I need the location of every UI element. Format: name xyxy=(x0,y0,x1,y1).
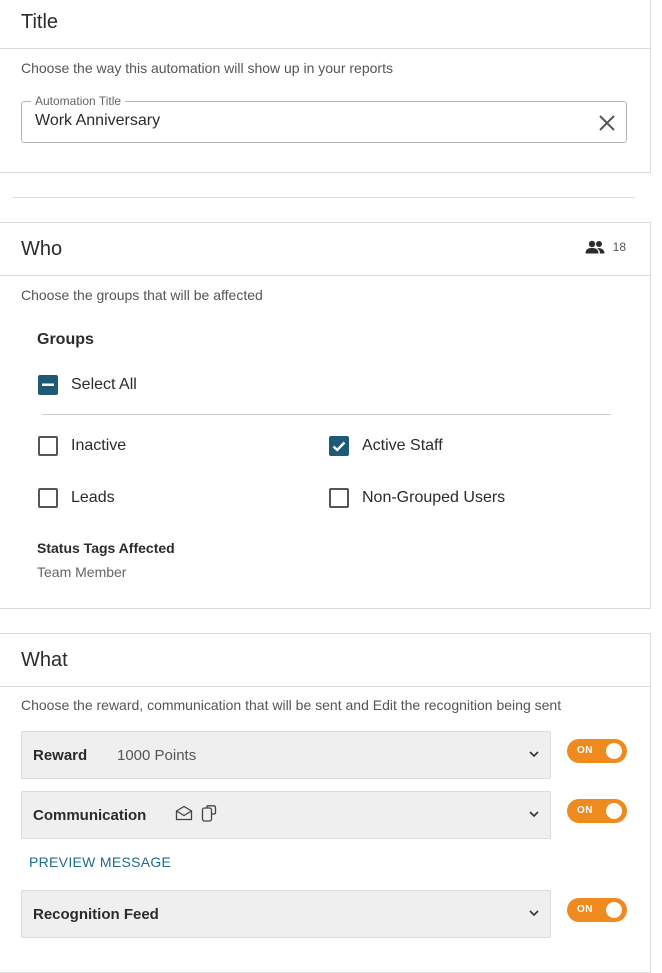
groups-label: Groups xyxy=(37,331,94,348)
clear-icon[interactable] xyxy=(598,114,616,132)
chevron-down-icon xyxy=(529,811,539,818)
what-card-header: What xyxy=(0,634,650,687)
group-checkbox-leads[interactable]: Leads xyxy=(38,488,115,508)
title-card-heading: Title xyxy=(21,11,59,33)
preview-message-link[interactable]: PREVIEW MESSAGE xyxy=(29,854,171,870)
recognition-feed-toggle[interactable]: ON xyxy=(567,898,627,922)
toggle-knob xyxy=(606,902,622,918)
group-label: Inactive xyxy=(71,437,127,454)
title-card: Title Choose the way this automation wil… xyxy=(0,0,651,173)
what-card-heading: What xyxy=(21,649,68,671)
groups-separator xyxy=(42,414,611,415)
toggle-knob xyxy=(606,743,622,759)
who-card-header: Who 18 xyxy=(0,223,650,276)
status-tags-value: Team Member xyxy=(37,564,127,580)
indeterminate-checkbox-icon[interactable] xyxy=(38,375,58,395)
recognition-feed-accordion[interactable]: Recognition Feed xyxy=(21,890,551,938)
what-card-description: Choose the reward, communication that wi… xyxy=(21,697,562,713)
toggle-state: ON xyxy=(577,805,593,816)
toggle-knob xyxy=(606,803,622,819)
group-label: Non-Grouped Users xyxy=(362,489,506,506)
automation-title-field: Automation Title xyxy=(21,95,627,143)
envelope-icon xyxy=(175,805,193,821)
checkmark-checkbox-icon[interactable] xyxy=(329,436,349,456)
group-checkbox-active-staff[interactable]: Active Staff xyxy=(329,436,443,456)
reward-accordion[interactable]: Reward 1000 Points xyxy=(21,731,551,779)
reward-value: 1000 Points xyxy=(117,747,197,764)
select-all-label: Select All xyxy=(71,376,137,393)
communication-title: Communication xyxy=(33,807,147,824)
title-card-description: Choose the way this automation will show… xyxy=(21,60,393,76)
group-checkbox-non-grouped-users[interactable]: Non-Grouped Users xyxy=(329,488,505,508)
who-card-description: Choose the groups that will be affected xyxy=(21,287,263,303)
toggle-state: ON xyxy=(577,904,593,915)
recognition-feed-title: Recognition Feed xyxy=(33,906,159,923)
toggle-state: ON xyxy=(577,745,593,756)
checkbox-icon[interactable] xyxy=(38,488,58,508)
checkbox-icon[interactable] xyxy=(38,436,58,456)
group-label: Active Staff xyxy=(362,437,443,454)
group-label: Leads xyxy=(71,489,115,506)
communication-icons xyxy=(175,805,217,823)
people-icon xyxy=(585,240,605,254)
automation-title-label: Automation Title xyxy=(31,95,126,107)
automation-title-input[interactable] xyxy=(35,112,575,130)
user-count-value: 18 xyxy=(612,240,626,254)
communication-accordion[interactable]: Communication xyxy=(21,791,551,839)
group-checkbox-inactive[interactable]: Inactive xyxy=(38,436,126,456)
chevron-down-icon xyxy=(529,751,539,758)
chat-icon xyxy=(201,805,217,822)
status-tags-label: Status Tags Affected xyxy=(37,540,175,556)
who-card-heading: Who xyxy=(21,238,63,260)
chevron-down-icon xyxy=(529,910,539,917)
section-divider xyxy=(12,197,635,198)
title-card-header: Title xyxy=(0,0,650,49)
select-all-checkbox[interactable]: Select All xyxy=(38,375,137,395)
reward-title: Reward xyxy=(33,747,88,764)
user-count: 18 xyxy=(585,240,626,254)
communication-toggle[interactable]: ON xyxy=(567,799,627,823)
reward-toggle[interactable]: ON xyxy=(567,739,627,763)
checkbox-icon[interactable] xyxy=(329,488,349,508)
